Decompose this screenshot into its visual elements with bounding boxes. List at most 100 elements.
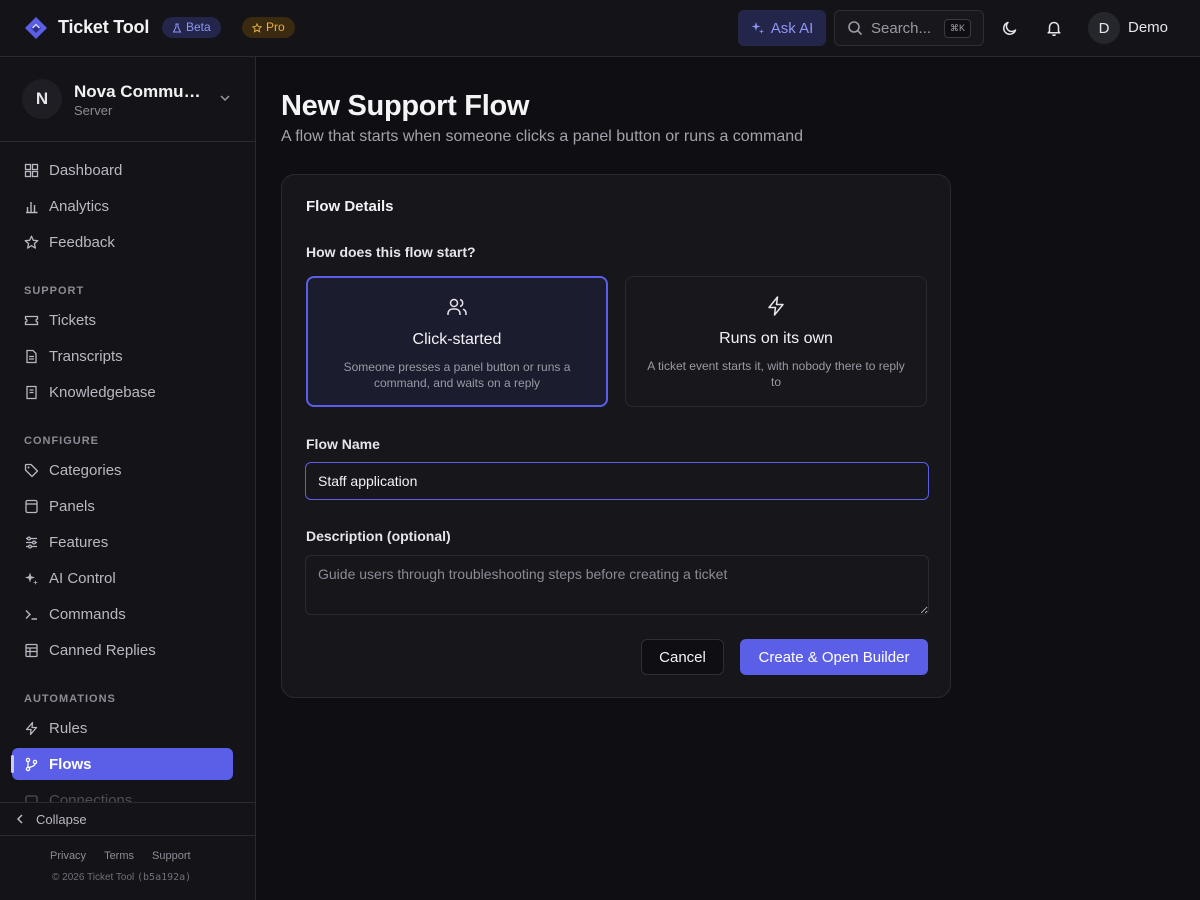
server-subtitle: Server	[74, 103, 113, 118]
zap-icon	[25, 721, 38, 735]
build-hash: (b5a192a)	[137, 872, 192, 883]
terminal-icon	[25, 609, 37, 620]
user-avatar[interactable]: D	[1088, 12, 1120, 44]
terms-link[interactable]: Terms	[104, 850, 134, 862]
theme-toggle-button[interactable]	[998, 16, 1022, 40]
flow-name-input[interactable]	[305, 462, 929, 500]
copyright: © 2026 Ticket Tool (b5a192a)	[52, 872, 191, 883]
sidebar-item-label: Transcripts	[49, 347, 123, 365]
sidebar-item-label: Panels	[49, 497, 95, 515]
star-icon	[24, 235, 39, 249]
page-title: New Support Flow	[281, 90, 530, 122]
book-icon	[26, 385, 37, 399]
page-subtitle: A flow that starts when someone clicks a…	[281, 128, 804, 145]
moon-icon	[1003, 21, 1017, 35]
sidebar-item-label: Rules	[49, 719, 88, 737]
section-label-configure: CONFIGURE	[24, 435, 99, 447]
option-title: Click-started	[412, 331, 502, 348]
description-label: Description (optional)	[306, 528, 451, 544]
sidebar-item-label: Analytics	[49, 197, 110, 215]
flow-details-card: Flow Details How does this flow start? C…	[281, 174, 951, 698]
privacy-link[interactable]: Privacy	[50, 850, 86, 862]
sidebar-item-knowledgebase[interactable]: Knowledgebase	[12, 376, 233, 408]
sidebar-item-label: AI Control	[49, 569, 116, 587]
sidebar-item-transcripts[interactable]: Transcripts	[12, 340, 233, 372]
search-shortcut: ⌘K	[943, 19, 971, 38]
sliders-icon	[26, 535, 37, 549]
panel-icon	[25, 499, 38, 513]
sidebar-item-label: Dashboard	[49, 161, 123, 179]
pro-badge: Pro	[242, 17, 295, 38]
top-bar: Ticket Tool Beta Pro Ask AI Search... ⌘K…	[0, 0, 1200, 57]
sidebar-item-flows[interactable]: Flows	[11, 748, 233, 780]
sidebar-item-ai-control[interactable]: AI Control	[12, 562, 233, 594]
star-icon	[252, 22, 262, 33]
collapse-sidebar-button[interactable]: Collapse	[0, 802, 255, 836]
file-text-icon	[26, 349, 37, 363]
start-question-label: How does this flow start?	[306, 244, 476, 260]
sidebar-item-label: Knowledgebase	[49, 383, 156, 401]
sidebar-item-label: Tickets	[49, 311, 96, 329]
link-icon	[25, 794, 38, 802]
sidebar-item-analytics[interactable]: Analytics	[12, 190, 233, 222]
ask-ai-button[interactable]: Ask AI	[738, 10, 826, 46]
beta-badge-label: Beta	[186, 20, 211, 34]
sidebar-item-dashboard[interactable]: Dashboard	[12, 154, 233, 186]
cancel-button[interactable]: Cancel	[641, 639, 724, 675]
sidebar-item-connections[interactable]: Connections	[12, 784, 233, 802]
sidebar-item-label: Flows	[49, 755, 92, 773]
search-placeholder: Search...	[871, 19, 932, 37]
sidebar-item-categories[interactable]: Categories	[12, 454, 233, 486]
description-textarea[interactable]	[305, 555, 929, 615]
flow-name-label: Flow Name	[306, 436, 380, 452]
footer-links: Privacy Terms Support	[50, 850, 191, 862]
ticket-icon	[24, 315, 39, 325]
collapse-label: Collapse	[36, 811, 87, 827]
search-input[interactable]: Search... ⌘K	[834, 10, 984, 46]
ask-ai-label: Ask AI	[770, 19, 814, 37]
bell-icon	[1047, 21, 1061, 37]
beta-badge: Beta	[162, 17, 221, 38]
flask-icon	[172, 23, 182, 32]
sidebar: N Nova Community Server Dashboard Analyt…	[0, 57, 256, 900]
sidebar-nav: Dashboard Analytics Feedback SUPPORT Tic…	[0, 142, 255, 802]
option-click-started[interactable]: Click-started Someone presses a panel bu…	[306, 276, 608, 407]
zap-icon	[768, 296, 784, 316]
dashboard-icon	[24, 163, 39, 177]
bar-chart-icon	[26, 201, 38, 213]
sidebar-item-label: Feedback	[49, 233, 115, 251]
tag-icon	[24, 463, 39, 477]
sidebar-item-panels[interactable]: Panels	[12, 490, 233, 522]
sidebar-item-label: Features	[49, 533, 109, 551]
ticket-tool-logo-icon[interactable]	[24, 16, 48, 40]
create-open-builder-button[interactable]: Create & Open Builder	[740, 639, 928, 675]
sidebar-item-features[interactable]: Features	[12, 526, 233, 558]
option-runs-on-its-own[interactable]: Runs on its own A ticket event starts it…	[625, 276, 927, 407]
sidebar-item-label: Connections	[49, 791, 133, 803]
app-name[interactable]: Ticket Tool	[58, 17, 149, 38]
sidebar-item-canned-replies[interactable]: Canned Replies	[12, 634, 233, 666]
search-icon	[848, 21, 863, 36]
sidebar-item-rules[interactable]: Rules	[12, 712, 233, 744]
support-link[interactable]: Support	[152, 850, 191, 862]
sidebar-item-tickets[interactable]: Tickets	[12, 304, 233, 336]
sidebar-item-commands[interactable]: Commands	[12, 598, 233, 630]
server-avatar: N	[22, 79, 62, 119]
sidebar-item-feedback[interactable]: Feedback	[12, 226, 233, 258]
list-icon	[25, 643, 38, 657]
server-selector[interactable]: N Nova Community Server	[0, 57, 255, 142]
sparkles-icon	[25, 572, 38, 585]
option-title: Runs on its own	[719, 330, 833, 347]
git-branch-icon	[25, 757, 38, 771]
sidebar-item-label: Categories	[49, 461, 122, 479]
sparkles-icon	[751, 22, 764, 34]
sidebar-item-label: Commands	[49, 605, 126, 623]
user-name[interactable]: Demo	[1128, 19, 1168, 36]
section-label-support: SUPPORT	[24, 285, 85, 297]
notifications-button[interactable]	[1042, 16, 1066, 40]
users-icon	[447, 298, 467, 315]
pro-badge-label: Pro	[266, 20, 285, 34]
card-title: Flow Details	[306, 198, 394, 215]
server-name: Nova Community	[74, 82, 210, 101]
sidebar-item-label: Canned Replies	[49, 641, 156, 659]
